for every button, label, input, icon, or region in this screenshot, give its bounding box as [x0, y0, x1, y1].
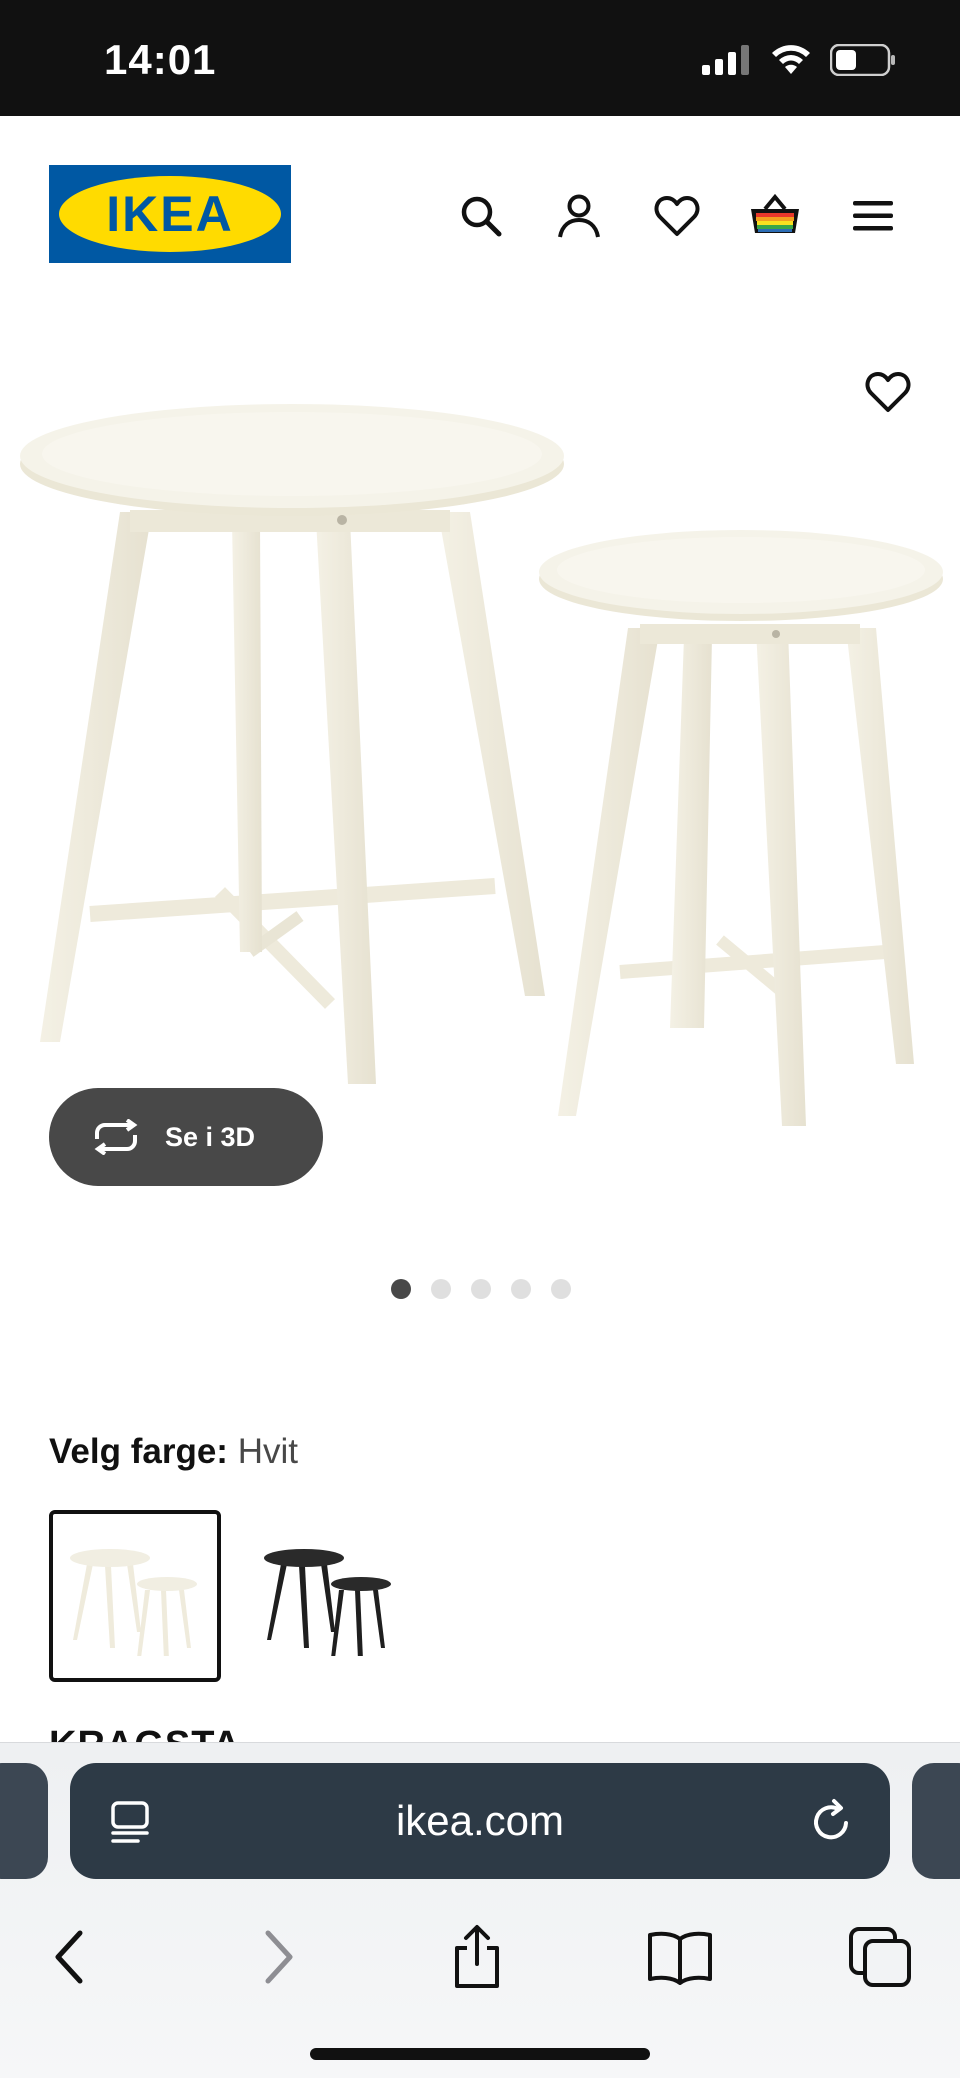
bookmarks-button[interactable]: [640, 1917, 720, 1997]
forward-icon: [265, 1930, 293, 1984]
color-picker: Velg farge: Hvit: [49, 1432, 929, 1682]
carousel-dot[interactable]: [551, 1279, 571, 1299]
back-icon: [55, 1930, 83, 1984]
basket-button[interactable]: [726, 188, 824, 244]
battery-icon: [830, 44, 895, 76]
browser-bottom-bar: ikea.com: [0, 1742, 960, 2078]
carousel-dot[interactable]: [511, 1279, 531, 1299]
search-icon: [461, 196, 502, 237]
favourites-button[interactable]: [628, 188, 726, 244]
large-table: [20, 404, 564, 1084]
back-button[interactable]: [30, 1917, 110, 1997]
small-table: [539, 530, 943, 1126]
color-swatch-black[interactable]: [243, 1510, 415, 1682]
menu-button[interactable]: [824, 188, 922, 244]
wifi-icon: [772, 45, 810, 74]
status-bar: 14:01: [0, 0, 960, 116]
next-tab-preview[interactable]: [912, 1763, 960, 1879]
view-in-3d-label: Se i 3D: [165, 1121, 256, 1152]
account-button[interactable]: [530, 188, 628, 244]
carousel-dot[interactable]: [391, 1279, 411, 1299]
carousel-dot[interactable]: [431, 1279, 451, 1299]
previous-tab-preview[interactable]: [0, 1763, 48, 1879]
color-swatches: [49, 1510, 415, 1682]
tabs-icon: [849, 1927, 911, 1987]
rotate-3d-icon: [94, 1119, 138, 1155]
view-in-3d-button[interactable]: Se i 3D: [49, 1088, 323, 1186]
color-picker-label: Velg farge: Hvit: [49, 1432, 929, 1472]
tabs-button[interactable]: [840, 1917, 920, 1997]
logo-text: IKEA: [106, 186, 234, 242]
status-icons: [702, 44, 896, 76]
status-time: 14:01: [104, 36, 217, 83]
home-indicator: [310, 2048, 650, 2060]
ikea-logo[interactable]: IKEA: [49, 165, 291, 263]
bookmarks-icon: [648, 1931, 712, 1985]
favourites-icon: [654, 196, 700, 236]
menu-icon: [853, 201, 893, 231]
ikea-product-page: 14:01 IKEA Se i 3D Velg farge: Hvit KRAG…: [0, 0, 960, 2078]
logo-oval: IKEA: [59, 176, 281, 252]
forward-button[interactable]: [238, 1917, 318, 1997]
carousel-indicator: [391, 1279, 571, 1299]
color-label-text: Velg farge:: [49, 1432, 228, 1471]
selected-color-value: Hvit: [237, 1432, 298, 1471]
share-icon: [455, 1925, 499, 1988]
color-swatch-white[interactable]: [49, 1510, 221, 1682]
search-button[interactable]: [432, 188, 530, 244]
basket-icon: [751, 193, 799, 233]
cellular-signal-icon: [702, 45, 749, 75]
browser-toolbar: [0, 1903, 960, 2013]
header-nav: [432, 188, 922, 244]
url-text: ikea.com: [395, 1797, 565, 1844]
black-tables-thumbnail: [264, 1549, 391, 1656]
reload-icon[interactable]: [808, 1795, 856, 1845]
product-gallery[interactable]: Se i 3D: [0, 312, 960, 1322]
share-button[interactable]: [437, 1917, 517, 1997]
carousel-dot[interactable]: [471, 1279, 491, 1299]
address-bar[interactable]: ikea.com: [70, 1763, 890, 1879]
account-icon: [558, 194, 600, 238]
white-tables-thumbnail: [70, 1549, 197, 1656]
site-header: IKEA: [0, 116, 960, 312]
product-image: [20, 404, 943, 1126]
